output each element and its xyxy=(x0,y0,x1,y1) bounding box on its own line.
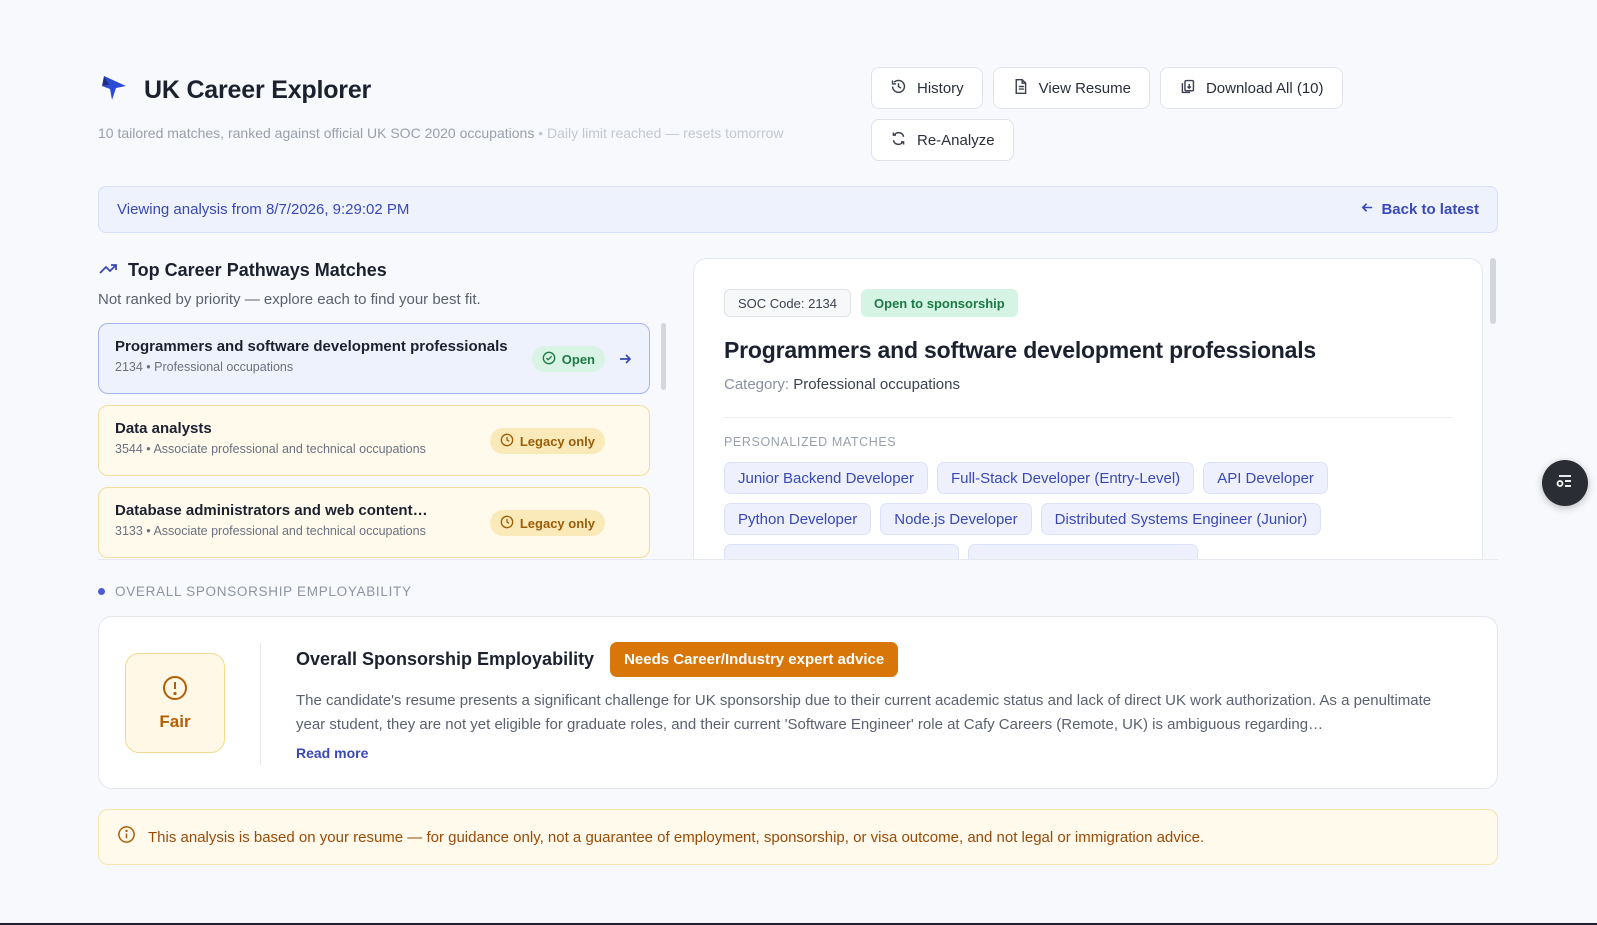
status-badge-label: Legacy only xyxy=(519,515,595,531)
detail-title: Programmers and software development pro… xyxy=(724,337,1317,363)
detail-category: Category: Professional occupations xyxy=(724,376,1452,393)
back-to-latest-link[interactable]: Back to latest xyxy=(1360,200,1479,219)
matches-list[interactable]: Programmers and software development pro… xyxy=(98,323,650,559)
rating-box: Fair xyxy=(125,653,225,753)
match-card[interactable]: Data analysts 3544 • Associate professio… xyxy=(98,405,650,476)
job-chip[interactable]: API Developer xyxy=(1203,462,1328,494)
toggle-list-icon xyxy=(1553,469,1577,498)
view-resume-button[interactable]: View Resume xyxy=(992,67,1150,109)
soc-code-tag: SOC Code: 2134 xyxy=(724,289,852,317)
refresh-icon xyxy=(890,130,907,151)
history-label: History xyxy=(917,79,964,97)
history-button[interactable]: History xyxy=(871,67,983,109)
floating-toggle-button[interactable] xyxy=(1542,460,1588,506)
alert-circle-icon xyxy=(162,675,188,706)
match-card[interactable]: Database administrators and web content…… xyxy=(98,487,650,558)
status-badge: Legacy only xyxy=(489,428,605,454)
clock-icon xyxy=(500,515,514,532)
vertical-divider xyxy=(260,643,261,765)
job-chip[interactable]: Full-Stack Developer (Entry-Level) xyxy=(936,462,1195,494)
section-dot xyxy=(98,588,105,595)
job-chip[interactable]: Node.js Developer xyxy=(880,503,1032,535)
info-icon xyxy=(117,825,136,849)
reanalyze-button[interactable]: Re-Analyze xyxy=(871,119,1014,161)
job-chip[interactable]: Junior Backend Developer xyxy=(724,462,928,494)
matches-title: Top Career Pathways Matches xyxy=(128,260,387,280)
page-header: UK Career Explorer 10 tailored matches, … xyxy=(98,72,858,143)
status-badge: Legacy only xyxy=(489,510,605,536)
view-resume-label: View Resume xyxy=(1038,79,1131,97)
download-all-label: Download All (10) xyxy=(1205,79,1324,97)
section-divider xyxy=(98,559,1498,560)
personalized-matches-label: PERSONALIZED MATCHES xyxy=(724,435,897,449)
category-label: Category: xyxy=(724,376,790,393)
job-chip[interactable]: Python Developer xyxy=(724,503,872,535)
daily-limit-note: • Daily limit reached — resets tomorrow xyxy=(538,125,784,141)
overall-section-label: OVERALL SPONSORSHIP EMPLOYABILITY xyxy=(98,584,412,599)
job-chip[interactable] xyxy=(724,544,959,559)
disclaimer-text: This analysis is based on your resume — … xyxy=(148,828,1205,846)
personalized-matches-list: Junior Backend Developer Full-Stack Deve… xyxy=(724,462,1464,559)
overall-section-label-text: OVERALL SPONSORSHIP EMPLOYABILITY xyxy=(115,584,412,599)
reanalyze-label: Re-Analyze xyxy=(917,131,995,149)
status-badge-label: Legacy only xyxy=(519,433,595,449)
copy-download-icon xyxy=(1179,78,1196,99)
header-actions: History View Resume Download All (10) Re… xyxy=(871,67,1371,161)
document-icon xyxy=(1012,78,1029,99)
arrow-left-icon xyxy=(1360,200,1375,219)
arrow-right-icon xyxy=(617,351,633,367)
match-card[interactable]: Programmers and software development pro… xyxy=(98,323,650,394)
read-more-link[interactable]: Read more xyxy=(296,745,368,761)
banner-text: Viewing analysis from 8/7/2026, 9:29:02 … xyxy=(117,201,410,218)
divider xyxy=(724,417,1452,418)
advice-badge: Needs Career/Industry expert advice xyxy=(610,642,899,677)
trending-up-icon xyxy=(98,258,118,283)
bird-logo-icon xyxy=(98,72,130,109)
history-banner: Viewing analysis from 8/7/2026, 9:29:02 … xyxy=(98,186,1498,233)
detail-scrollbar[interactable] xyxy=(1490,258,1496,324)
job-chip[interactable]: Distributed Systems Engineer (Junior) xyxy=(1040,503,1322,535)
matches-subtitle: Not ranked by priority — explore each to… xyxy=(98,291,481,308)
history-icon xyxy=(890,78,907,99)
subtitle-text: 10 tailored matches, ranked against offi… xyxy=(98,125,535,141)
category-value: Professional occupations xyxy=(793,376,960,393)
job-chip[interactable] xyxy=(968,544,1198,559)
status-badge: Open xyxy=(531,346,605,372)
download-all-button[interactable]: Download All (10) xyxy=(1159,67,1343,109)
status-badge-label: Open xyxy=(561,351,595,367)
overall-description: The candidate's resume presents a signif… xyxy=(296,692,1432,733)
rating-label: Fair xyxy=(159,711,191,731)
page-subtitle: 10 tailored matches, ranked against offi… xyxy=(98,123,798,143)
page-title: UK Career Explorer xyxy=(144,76,372,104)
check-circle-icon xyxy=(542,351,556,368)
detail-panel: SOC Code: 2134 Open to sponsorship Progr… xyxy=(693,258,1483,559)
sponsorship-status-tag: Open to sponsorship xyxy=(861,289,1018,317)
overall-title: Overall Sponsorship Employability xyxy=(296,649,595,669)
matches-section: Top Career Pathways Matches Not ranked b… xyxy=(98,258,668,558)
back-to-latest-label: Back to latest xyxy=(1381,201,1479,218)
clock-icon xyxy=(500,433,514,450)
matches-scrollbar[interactable] xyxy=(661,323,666,390)
overall-sponsorship-card: Fair Overall Sponsorship Employability N… xyxy=(98,616,1498,789)
disclaimer-banner: This analysis is based on your resume — … xyxy=(98,809,1498,865)
